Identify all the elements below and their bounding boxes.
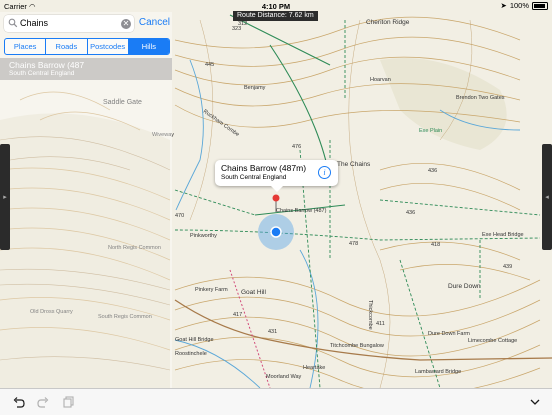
- left-panel-handle[interactable]: ▸: [0, 144, 10, 250]
- map-label: Pinkworthy: [190, 233, 217, 239]
- undo-icon[interactable]: [12, 395, 26, 409]
- spot-height: 411: [376, 321, 385, 327]
- callout-subtitle: South Central England: [221, 174, 287, 181]
- battery-icon: [532, 1, 548, 10]
- spot-height: 436: [406, 210, 415, 216]
- clear-icon[interactable]: ✕: [121, 18, 131, 29]
- map-label: Chains Barrow (487): [276, 208, 327, 214]
- map-label: The Chains: [337, 161, 371, 168]
- chevron-left-icon: ◂: [545, 194, 549, 201]
- tab-places[interactable]: Places: [5, 39, 47, 54]
- map-label: Limecombe Cottage: [468, 338, 517, 344]
- current-location-dot: [270, 226, 282, 238]
- tab-postcodes[interactable]: Postcodes: [88, 39, 129, 54]
- tab-hills[interactable]: Hills: [128, 39, 169, 54]
- map-label: Hoarvan: [370, 77, 391, 83]
- map-label: Moorland Way: [266, 374, 302, 380]
- map-label: Pinkery Farm: [195, 287, 228, 293]
- callout-title: Chains Barrow (487m): [221, 163, 307, 173]
- info-icon[interactable]: i: [318, 166, 331, 179]
- map-label: Roostinchele: [175, 351, 207, 357]
- right-panel-handle[interactable]: ◂: [542, 144, 552, 250]
- map-label: Benjamy: [244, 85, 266, 91]
- map-label: Dure Down Farm: [428, 331, 470, 337]
- bottom-toolbar: [0, 388, 552, 415]
- redo-icon[interactable]: [36, 395, 50, 409]
- map-label: Exe Head Bridge: [482, 232, 524, 238]
- spot-height: 436: [428, 168, 437, 174]
- location-callout[interactable]: Chains Barrow (487m) South Central Engla…: [215, 160, 338, 192]
- chevron-down-icon[interactable]: [528, 395, 542, 409]
- search-box[interactable]: ✕: [4, 15, 134, 32]
- spot-height: 312: [238, 21, 247, 27]
- copy-icon[interactable]: [62, 395, 76, 409]
- battery-area: ➤ 100%: [501, 1, 548, 10]
- search-input[interactable]: [20, 16, 118, 30]
- spot-height: 417: [233, 312, 242, 318]
- spot-height: 478: [349, 241, 358, 247]
- result-subtitle: South Central England: [9, 70, 75, 77]
- search-result-item[interactable]: Chains Barrow (487 South Central England: [0, 58, 172, 80]
- result-title: Chains Barrow (487: [9, 60, 85, 70]
- search-category-tabs: Places Roads Postcodes Hills: [4, 38, 170, 55]
- spot-height: 476: [292, 144, 301, 150]
- search-sidebar: ✕ Cancel Places Roads Postcodes Hills Ch…: [0, 12, 172, 388]
- tab-roads[interactable]: Roads: [46, 39, 88, 54]
- map-label: Goat Hill Bridge: [175, 337, 214, 343]
- map-label: Dure Down: [448, 283, 481, 290]
- battery-percent: 100%: [509, 1, 529, 10]
- spot-height: 445: [205, 62, 214, 68]
- search-row: ✕ Cancel: [4, 15, 170, 32]
- map-label: Brendon Two Gates: [456, 95, 505, 101]
- spot-height: 431: [268, 329, 277, 335]
- cancel-button[interactable]: Cancel: [139, 17, 170, 28]
- spot-height: 470: [175, 213, 184, 219]
- map-label: Heartake: [303, 365, 325, 371]
- route-distance-badge: Route Distance: 7.62 km: [233, 11, 318, 21]
- status-time: 4:10 PM: [261, 1, 291, 11]
- spot-height: 418: [431, 242, 440, 248]
- map-label: Cheriton Ridge: [366, 19, 410, 26]
- spot-height: 439: [503, 264, 512, 270]
- location-arrow-icon: ➤: [500, 1, 507, 10]
- map-label: Exe Plain: [419, 128, 442, 134]
- map-label: Thickcombe: [367, 300, 373, 330]
- map-label: Lambaward Bridge: [415, 369, 461, 375]
- map-label: Titchcombe Bungalow: [330, 343, 384, 349]
- magnifier-icon: [8, 18, 18, 28]
- map-label: Goat Hill: [241, 289, 266, 296]
- chevron-right-icon: ▸: [3, 194, 7, 201]
